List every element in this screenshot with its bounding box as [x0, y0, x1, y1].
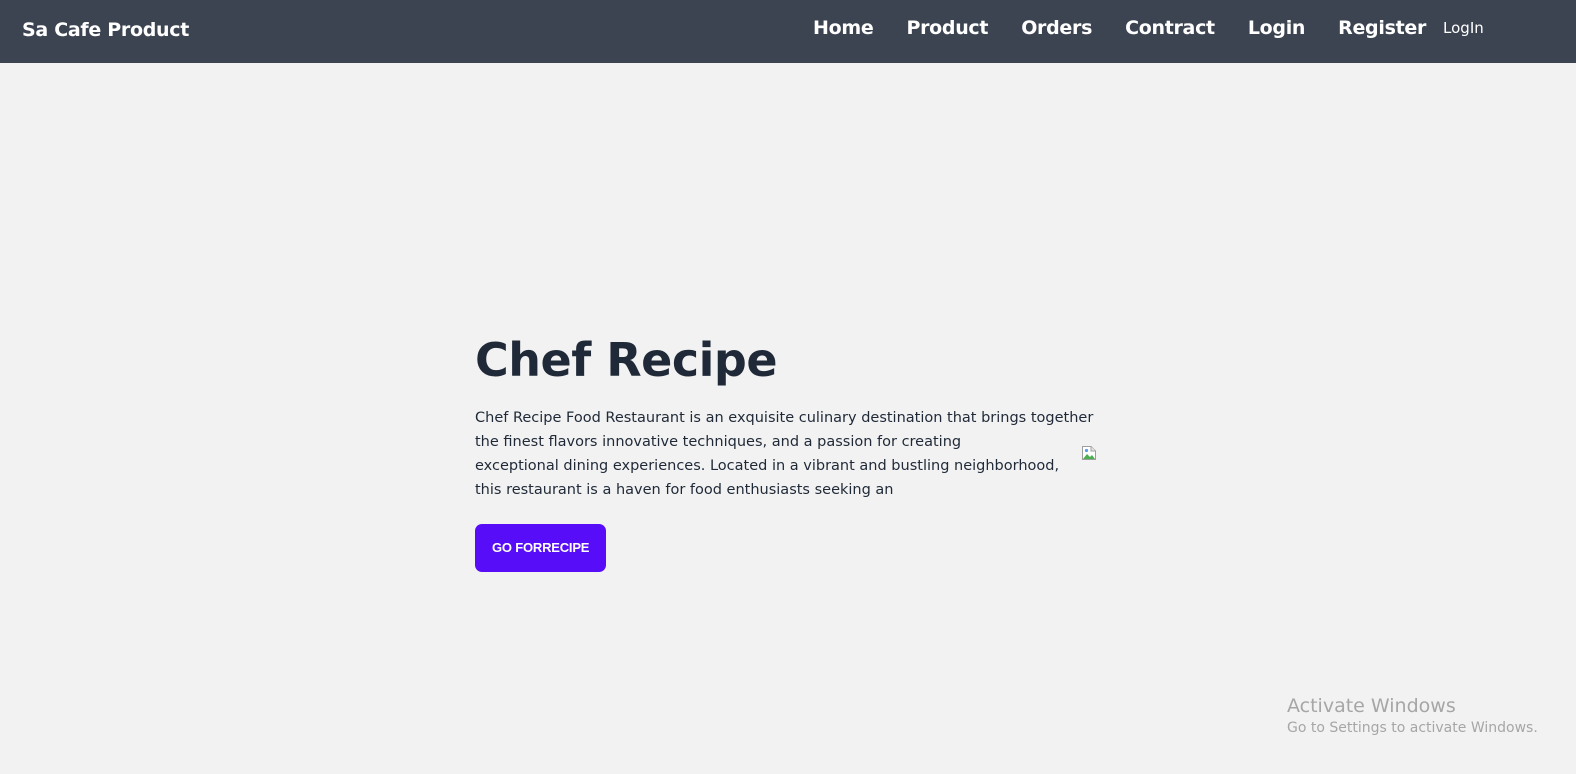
nav-link-login-secondary[interactable]: LogIn: [1443, 19, 1484, 37]
nav-link-home[interactable]: Home: [813, 17, 874, 39]
go-for-recipe-button[interactable]: GO FORRECIPE: [475, 524, 607, 572]
nav-links: Home Product Orders Contract Login Regis…: [813, 17, 1484, 39]
hero-description-line: Chef Recipe Food Restaurant is an exquis…: [475, 410, 1094, 426]
hero-description-line: this restaurant is a haven for food enth…: [475, 482, 894, 498]
windows-activation-watermark: Activate Windows Go to Settings to activ…: [1287, 694, 1538, 738]
hero-section: Chef Recipe Chef Recipe Food Restaurant …: [475, 330, 1094, 572]
watermark-title: Activate Windows: [1287, 695, 1456, 717]
nav-link-contract[interactable]: Contract: [1125, 17, 1215, 39]
watermark-subtitle: Go to Settings to activate Windows.: [1287, 720, 1538, 736]
brand-logo[interactable]: Sa Cafe Product: [22, 19, 189, 41]
navbar: Sa Cafe Product Home Product Orders Cont…: [0, 0, 1576, 63]
nav-link-login[interactable]: Login: [1248, 17, 1306, 39]
broken-image-icon: [1081, 445, 1097, 461]
hero-description-line: the finest flavors innovative techniques…: [475, 434, 962, 450]
hero-description: Chef Recipe Food Restaurant is an exquis…: [475, 406, 1094, 502]
hero-title: Chef Recipe: [475, 333, 778, 387]
nav-link-orders[interactable]: Orders: [1021, 17, 1092, 39]
hero-description-line: exceptional dining experiences. Located …: [475, 458, 1060, 474]
nav-link-product[interactable]: Product: [906, 17, 988, 39]
nav-link-register[interactable]: Register: [1338, 17, 1426, 39]
